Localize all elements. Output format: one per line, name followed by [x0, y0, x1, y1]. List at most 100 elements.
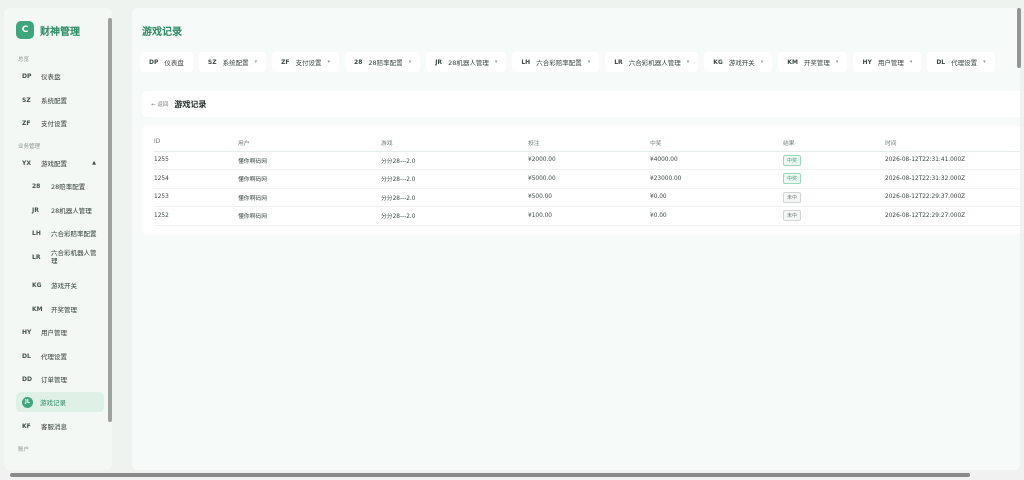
table-row: 1253 懂你啊码网 分分28---2.0 ¥500.00 ¥0.00 未中 2… — [154, 188, 1020, 207]
tab-dashboard[interactable]: DP 仪表盘 — [140, 52, 193, 72]
nav-code: DD — [22, 375, 32, 383]
column-header: 结果 — [783, 134, 885, 152]
tab-code: LR — [614, 58, 623, 66]
back-link[interactable]: ← 返回 — [151, 100, 168, 108]
nav-label: 用户管理 — [41, 329, 67, 337]
tab-agents[interactable]: DL 代理设置 ▾ — [927, 52, 995, 72]
cell-time: 2026-08-12T22:31:32.000Z — [885, 169, 1020, 189]
records-table-card: ID 用户 游戏 投注 中奖 结果 时间 1255 懂你啊码网 分分28---2… — [142, 126, 1020, 234]
nav-label: 28赔率配置 — [51, 183, 86, 191]
cell-game: 分分28---2.0 — [381, 206, 528, 226]
nav-code: KF — [22, 422, 31, 430]
table-row: 1252 懂你啊码网 分分28---2.0 ¥100.00 ¥0.00 未中 2… — [154, 206, 1020, 226]
sidebar-item-system-config[interactable]: SZ 系统配置 — [16, 90, 104, 110]
cell-win: ¥0.00 — [650, 188, 783, 207]
nav-code: JL — [22, 396, 33, 408]
brand-logo: C — [16, 21, 34, 39]
records-table: ID 用户 游戏 投注 中奖 结果 时间 1255 懂你啊码网 分分28---2… — [154, 134, 1020, 226]
sidebar-item-28-odds[interactable]: 28 28赔率配置 — [26, 176, 104, 196]
nav-label: 订单管理 — [41, 376, 67, 384]
cell-user: 懂你啊码网 — [238, 188, 381, 207]
tab-label: 仪表盘 — [164, 59, 184, 67]
sidebar-item-dashboard[interactable]: DP 仪表盘 — [16, 66, 104, 86]
sidebar: C 财神管理 总览 DP 仪表盘 SZ 系统配置 ZF 支付设置 业务管理 YX 游戏配… — [4, 8, 112, 470]
table-row: 1254 懂你啊码网 分分28---2.0 ¥5000.00 ¥23000.00… — [154, 169, 1020, 189]
cell-id: 1253 — [154, 188, 238, 207]
sidebar-item-lhc-odds[interactable]: LH 六合彩赔率配置 — [26, 223, 104, 243]
chevron-down-icon: ▾ — [909, 59, 913, 65]
nav-label: 六合彩赔率配置 — [51, 230, 97, 238]
tab-code: ZF — [281, 58, 290, 66]
chevron-down-icon: ▾ — [760, 59, 764, 65]
nav-label: 28机器人管理 — [51, 207, 92, 215]
tab-label: 系统配置 — [222, 59, 249, 67]
cell-id: 1255 — [154, 151, 238, 170]
sidebar-item-support-messages[interactable]: KF 客服消息 — [16, 416, 104, 436]
sidebar-item-game-config[interactable]: YX 游戏配置 ▲ — [16, 153, 104, 173]
tab-label: 28赔率配置 — [368, 59, 403, 67]
tab-28-robots[interactable]: JR 28机器人管理 ▾ — [426, 52, 507, 72]
column-header: 游戏 — [381, 134, 528, 152]
nav-code: LR — [32, 253, 41, 261]
cell-win: ¥4000.00 — [650, 151, 783, 170]
tab-bar: DP 仪表盘 SZ 系统配置 ▾ ZF 支付设置 ▾ 28 28赔率配置 ▾ JR 28机器人管… — [140, 52, 995, 74]
records-card-header: ← 返回 游戏记录 — [142, 91, 1020, 117]
chevron-down-icon: ▾ — [983, 59, 986, 65]
column-header: 时间 — [885, 134, 1020, 152]
nav-label: 系统配置 — [41, 97, 67, 105]
sidebar-item-agents[interactable]: DL 代理设置 — [16, 346, 104, 366]
main-scrollbar[interactable] — [1017, 8, 1021, 68]
tab-code: JR — [435, 58, 443, 66]
column-header: 投注 — [528, 134, 650, 152]
cell-result: 中奖 — [783, 169, 885, 189]
brand-name: 财神管理 — [40, 26, 80, 38]
nav-label: 游戏记录 — [40, 399, 66, 407]
table-header-row: ID 用户 游戏 投注 中奖 结果 时间 — [154, 134, 1020, 152]
tab-game-switch[interactable]: KG 游戏开关 ▾ — [704, 52, 773, 72]
sidebar-item-game-records[interactable]: JL 游戏记录 — [16, 392, 104, 412]
sidebar-item-payment[interactable]: ZF 支付设置 — [16, 113, 104, 133]
cell-time: 2026-08-12T22:29:37.000Z — [885, 188, 1020, 207]
sidebar-scrollbar[interactable] — [108, 18, 112, 422]
tab-28-odds[interactable]: 28 28赔率配置 ▾ — [345, 52, 421, 72]
nav-code: YX — [22, 159, 31, 167]
cell-time: 2026-08-12T22:29:27.000Z — [885, 206, 1020, 226]
cell-id: 1252 — [154, 206, 238, 226]
sidebar-item-orders[interactable]: DD 订单管理 — [16, 369, 104, 389]
tab-draw-manage[interactable]: KM 开奖管理 ▾ — [778, 52, 848, 72]
tab-code: SZ — [207, 58, 217, 66]
sidebar-item-lhc-robots[interactable]: LR 六合彩机器人管理 — [26, 245, 104, 269]
cell-id: 1254 — [154, 169, 238, 189]
tab-label: 游戏开关 — [728, 59, 755, 67]
tab-lhc-odds[interactable]: LH 六合彩赔率配置 ▾ — [512, 52, 600, 72]
column-header: 用户 — [238, 134, 381, 152]
section-label-overview: 总览 — [18, 57, 30, 63]
cell-user: 懂你啊码网 — [238, 206, 381, 226]
cell-win: ¥23000.00 — [650, 169, 783, 189]
nav-code: KG — [32, 281, 42, 289]
chevron-down-icon: ▾ — [686, 59, 690, 65]
nav-code: 28 — [32, 182, 41, 190]
nav-label: 代理设置 — [41, 353, 67, 361]
tab-payment[interactable]: ZF 支付设置 ▾ — [272, 52, 340, 72]
tab-code: HY — [862, 58, 872, 66]
sidebar-item-users[interactable]: HY 用户管理 — [16, 322, 104, 342]
cell-win: ¥0.00 — [650, 206, 783, 226]
sidebar-item-game-switch[interactable]: KG 游戏开关 — [26, 275, 104, 295]
nav-code: HY — [22, 328, 32, 336]
sidebar-item-draw-manage[interactable]: KM 开奖管理 — [26, 299, 104, 319]
chevron-down-icon: ▾ — [835, 59, 839, 65]
nav-code: LH — [32, 229, 41, 237]
cell-game: 分分28---2.0 — [381, 188, 528, 207]
result-badge: 中奖 — [783, 154, 802, 166]
tab-users[interactable]: HY 用户管理 ▾ — [853, 52, 922, 72]
tab-lhc-robots[interactable]: LR 六合彩机器人管理 ▾ — [605, 52, 699, 72]
tab-label: 支付设置 — [295, 59, 322, 67]
result-badge: 未中 — [783, 191, 802, 203]
tab-label: 六合彩机器人管理 — [628, 59, 681, 67]
column-header: ID — [154, 134, 238, 152]
horizontal-scrollbar[interactable] — [10, 473, 970, 477]
tab-system-config[interactable]: SZ 系统配置 ▾ — [198, 52, 267, 72]
sidebar-item-28-robots[interactable]: JR 28机器人管理 — [26, 200, 104, 220]
tab-label: 28机器人管理 — [448, 59, 489, 67]
